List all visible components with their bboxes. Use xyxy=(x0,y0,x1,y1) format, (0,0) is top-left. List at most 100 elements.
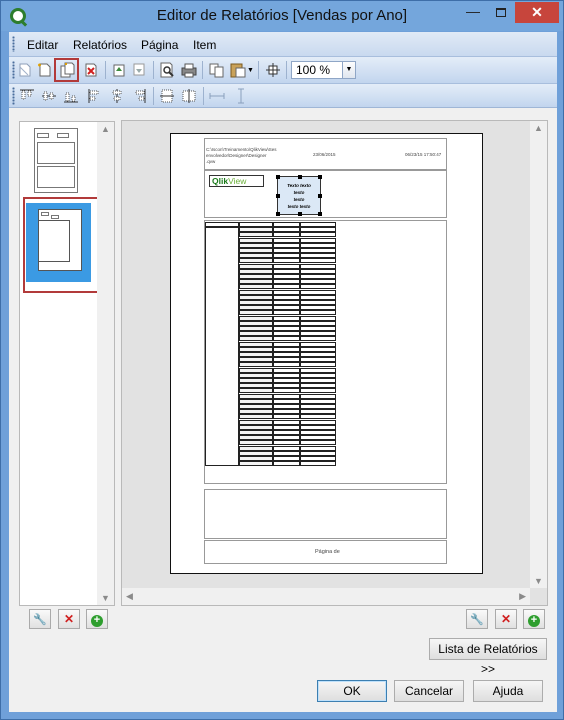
resize-handle[interactable] xyxy=(318,175,322,179)
scroll-up-icon[interactable]: ▲ xyxy=(101,124,110,134)
toolbar-separator xyxy=(203,87,204,105)
delete-icon: ✕ xyxy=(500,612,512,626)
report-list-button[interactable]: Lista de Relatórios >> xyxy=(429,638,547,676)
ok-button[interactable]: OK xyxy=(317,680,387,702)
menubar-grip[interactable] xyxy=(12,36,15,52)
resize-handle[interactable] xyxy=(318,212,322,216)
align-bottom-icon[interactable] xyxy=(63,88,79,104)
copy-icon[interactable] xyxy=(209,62,225,78)
text-object-selected[interactable]: Texto texto texto texto texto texto xyxy=(276,175,322,216)
qlikview-logo[interactable]: QlikView xyxy=(209,175,264,187)
page-properties-button[interactable]: 🔧 xyxy=(29,609,51,629)
help-button[interactable]: Ajuda xyxy=(473,680,543,702)
space-horizontal-icon[interactable] xyxy=(209,88,225,104)
window-title: Editor de Relatórios [Vendas por Ano] xyxy=(156,7,408,24)
datetime-text: 06/23/15 17:50:47 xyxy=(405,152,442,157)
add-icon: + xyxy=(91,615,103,627)
menu-bar: Editar Relatórios Página Item xyxy=(9,32,557,57)
align-toolbar xyxy=(9,84,557,108)
same-height-icon[interactable] xyxy=(159,88,175,104)
minimize-button[interactable]: — xyxy=(460,3,486,23)
page-footer-section[interactable] xyxy=(204,489,447,539)
paste-dropdown-icon[interactable]: ▼ xyxy=(247,67,254,74)
maximize-icon xyxy=(496,8,506,17)
paste-icon[interactable] xyxy=(230,62,246,78)
add-item-button[interactable]: + xyxy=(523,609,545,629)
path-text-line2: envolvedor\Designer\Designer xyxy=(206,153,267,158)
page-thumbnail-1[interactable] xyxy=(34,128,78,193)
fit-page-icon[interactable] xyxy=(265,62,281,78)
toolbar-grip[interactable] xyxy=(12,61,15,79)
move-up-icon[interactable] xyxy=(111,62,127,78)
toolbar-separator xyxy=(286,61,287,79)
toolbar-separator xyxy=(258,61,259,79)
scroll-up-icon[interactable]: ▲ xyxy=(534,123,543,133)
maximize-button[interactable] xyxy=(488,3,514,23)
text-object-line: Texto texto xyxy=(287,183,311,188)
report-page[interactable]: C:\Iscon\Treinamento\QlikView\Ses envolv… xyxy=(170,133,483,574)
print-preview-icon[interactable] xyxy=(159,62,175,78)
table-cell xyxy=(300,461,336,467)
text-object-line: texto xyxy=(293,190,305,195)
table-cell xyxy=(239,461,273,467)
print-icon[interactable] xyxy=(181,62,197,78)
menu-item[interactable]: Item xyxy=(193,38,216,52)
same-width-icon[interactable] xyxy=(181,88,197,104)
resize-handle[interactable] xyxy=(298,175,302,179)
delete-report-icon[interactable] xyxy=(83,62,99,78)
thumbnail-scrollbar[interactable]: ▲ ▼ xyxy=(97,122,114,605)
cancel-button[interactable]: Cancelar xyxy=(394,680,464,702)
logo-brand: Qlik xyxy=(212,176,229,186)
resize-handle[interactable] xyxy=(298,212,302,216)
toolbar-grip[interactable] xyxy=(12,87,15,105)
title-bar[interactable]: Editor de Relatórios [Vendas por Ano] — … xyxy=(1,1,563,31)
page-thumbnail-list[interactable]: ▲ ▼ xyxy=(19,121,115,606)
main-toolbar: ▼ 100 % ▼ xyxy=(9,57,557,84)
delete-item-button[interactable]: ✕ xyxy=(495,609,517,629)
menu-editar[interactable]: Editar xyxy=(27,38,58,52)
path-text-line1: C:\Iscon\Treinamento\QlikView\Ses xyxy=(206,147,277,152)
client-area: Editar Relatórios Página Item ▼ 100 % ▼ … xyxy=(9,32,557,712)
new-report-icon[interactable] xyxy=(17,62,33,78)
delete-page-button[interactable]: ✕ xyxy=(58,609,80,629)
scroll-right-icon[interactable]: ▶ xyxy=(519,591,526,602)
menu-relatorios[interactable]: Relatórios xyxy=(73,38,127,52)
thumb-body-box xyxy=(37,142,75,164)
page-preview-area[interactable]: C:\Iscon\Treinamento\QlikView\Ses envolv… xyxy=(121,120,548,606)
new-page-icon[interactable] xyxy=(36,62,52,78)
thumb-header-box xyxy=(37,133,49,138)
scroll-left-icon[interactable]: ◀ xyxy=(126,591,133,602)
add-page-button[interactable]: + xyxy=(86,609,108,629)
logo-view: View xyxy=(228,176,247,186)
align-middle-icon[interactable] xyxy=(41,88,57,104)
scroll-down-icon[interactable]: ▼ xyxy=(101,593,110,603)
resize-handle[interactable] xyxy=(276,212,280,216)
scroll-down-icon[interactable]: ▼ xyxy=(534,576,543,586)
add-icon: + xyxy=(528,615,540,627)
copy-report-highlight xyxy=(54,58,79,82)
resize-handle[interactable] xyxy=(276,175,280,179)
item-properties-button[interactable]: 🔧 xyxy=(466,609,488,629)
align-left-icon[interactable] xyxy=(87,88,103,104)
wrench-icon: 🔧 xyxy=(470,614,484,626)
align-top-icon[interactable] xyxy=(19,88,35,104)
move-down-icon[interactable] xyxy=(131,62,147,78)
preview-vertical-scrollbar[interactable]: ▲ ▼ xyxy=(530,121,547,588)
page-number-text: Página de xyxy=(315,549,340,555)
preview-horizontal-scrollbar[interactable]: ◀ ▶ xyxy=(122,588,530,605)
close-button[interactable]: ✕ xyxy=(515,2,559,23)
resize-handle[interactable] xyxy=(318,194,322,198)
qlikview-app-icon xyxy=(10,8,26,24)
text-object-line: texto texto xyxy=(287,204,311,209)
menu-pagina[interactable]: Página xyxy=(141,38,178,52)
path-text-line3: .qvw xyxy=(206,159,216,164)
align-right-icon[interactable] xyxy=(131,88,147,104)
page-header-section[interactable]: C:\Iscon\Treinamento\QlikView\Ses envolv… xyxy=(204,138,447,170)
zoom-combobox[interactable]: 100 % xyxy=(291,61,343,79)
zoom-dropdown-icon[interactable]: ▼ xyxy=(343,61,356,79)
align-center-icon[interactable] xyxy=(109,88,125,104)
page-number-section[interactable]: Página de xyxy=(204,540,447,564)
toolbar-separator xyxy=(153,61,154,79)
space-vertical-icon[interactable] xyxy=(233,88,249,104)
text-object-line: texto xyxy=(293,197,305,202)
